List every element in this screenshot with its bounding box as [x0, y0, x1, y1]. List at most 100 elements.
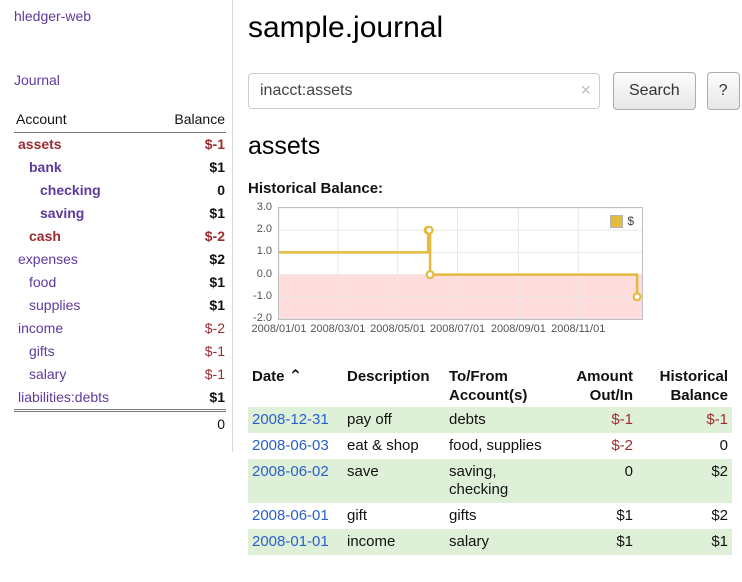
account-row: cash $-2 — [14, 225, 226, 248]
account-link-income[interactable]: income — [18, 320, 63, 336]
accounts-header-account: Account — [14, 108, 150, 133]
transaction-balance: $2 — [637, 503, 732, 529]
main-content: sample.journal × Search ? assets Histori… — [233, 0, 742, 582]
accounts-table: Account Balance assets $-1 bank $1 check… — [14, 108, 226, 436]
sort-ascending-icon: ⌃ — [289, 368, 302, 385]
x-tick-label: 2008/03/01 — [310, 323, 365, 335]
search-box: × — [248, 73, 600, 109]
transaction-accounts: debts — [445, 407, 555, 433]
account-row: bank $1 — [14, 156, 226, 179]
account-balance: $1 — [150, 294, 226, 317]
column-header-date: Date ⌃ — [248, 365, 343, 407]
date-sort-link[interactable]: Date ⌃ — [252, 368, 302, 385]
account-row: salary $-1 — [14, 363, 226, 386]
balance-chart: 3.02.01.00.0-1.0-2.0 $ — [248, 207, 740, 320]
y-tick-label: 3.0 — [257, 201, 272, 213]
transaction-balance: 0 — [637, 433, 732, 459]
x-tick-label: 2008/09/01 — [491, 323, 546, 335]
account-row: checking 0 — [14, 179, 226, 202]
transaction-amount: $1 — [555, 503, 637, 529]
register-header-row: Date ⌃ Description To/From Account(s) Am… — [248, 365, 732, 407]
transaction-row: 2008-06-02 save saving, checking 0 $2 — [248, 459, 732, 503]
column-header-amount: Amount Out/In — [555, 365, 637, 407]
accounts-header-row: Account Balance — [14, 108, 226, 133]
account-row: liabilities:debts $1 — [14, 386, 226, 411]
transaction-balance: $-1 — [637, 407, 732, 433]
y-tick-label: 2.0 — [257, 223, 272, 235]
accounts-header-balance: Balance — [150, 108, 226, 133]
transaction-amount: $1 — [555, 529, 637, 555]
account-balance: $-1 — [150, 133, 226, 157]
account-balance: $2 — [150, 248, 226, 271]
transaction-date-link[interactable]: 2008-06-02 — [252, 463, 329, 480]
transaction-accounts: salary — [445, 529, 555, 555]
brand-link[interactable]: hledger-web — [14, 8, 91, 24]
account-link-gifts[interactable]: gifts — [29, 343, 55, 359]
account-balance: $-1 — [150, 363, 226, 386]
account-link-assets[interactable]: assets — [18, 136, 62, 152]
transaction-date-link[interactable]: 2008-06-01 — [252, 507, 329, 524]
transaction-date-link[interactable]: 2008-01-01 — [252, 533, 329, 550]
account-link-food[interactable]: food — [29, 274, 56, 290]
account-row: expenses $2 — [14, 248, 226, 271]
account-link-salary[interactable]: salary — [29, 366, 66, 382]
chart-canvas — [279, 208, 642, 319]
account-balance: $1 — [150, 271, 226, 294]
transaction-description: gift — [343, 503, 445, 529]
transaction-row: 2008-06-01 gift gifts $1 $2 — [248, 503, 732, 529]
transaction-date-link[interactable]: 2008-12-31 — [252, 411, 329, 428]
account-balance: $-2 — [150, 317, 226, 340]
account-balance: 0 — [150, 179, 226, 202]
account-link-checking[interactable]: checking — [40, 182, 101, 198]
account-link-supplies[interactable]: supplies — [29, 297, 80, 313]
help-button[interactable]: ? — [707, 72, 740, 110]
account-row: food $1 — [14, 271, 226, 294]
clear-search-icon[interactable]: × — [580, 80, 591, 100]
legend-swatch-icon — [610, 215, 623, 228]
account-row: income $-2 — [14, 317, 226, 340]
transaction-description: save — [343, 459, 445, 503]
transaction-date-link[interactable]: 2008-06-03 — [252, 437, 329, 454]
account-link-cash[interactable]: cash — [29, 228, 61, 244]
account-row: assets $-1 — [14, 133, 226, 157]
transaction-row: 2008-01-01 income salary $1 $1 — [248, 529, 732, 555]
transaction-balance: $2 — [637, 459, 732, 503]
y-tick-label: 1.0 — [257, 245, 272, 257]
transaction-amount: 0 — [555, 459, 637, 503]
legend-label: $ — [627, 214, 634, 228]
chart-legend: $ — [607, 213, 637, 229]
account-link-bank[interactable]: bank — [29, 159, 62, 175]
search-input[interactable] — [248, 73, 600, 109]
page-title: sample.journal — [248, 10, 740, 46]
accounts-total-row: 0 — [14, 411, 226, 437]
search-button[interactable]: Search — [613, 72, 696, 110]
accounts-total: 0 — [150, 411, 226, 437]
x-tick-label: 2008/11/01 — [551, 323, 605, 335]
account-row: supplies $1 — [14, 294, 226, 317]
nav-journal-link[interactable]: Journal — [14, 72, 232, 88]
column-header-balance: Historical Balance — [637, 365, 732, 407]
account-row: gifts $-1 — [14, 340, 226, 363]
transaction-balance: $1 — [637, 529, 732, 555]
x-tick-label: 2008/07/01 — [430, 323, 485, 335]
transaction-amount: $-1 — [555, 407, 637, 433]
y-tick-label: -1.0 — [253, 290, 272, 302]
section-title: assets — [248, 132, 740, 161]
account-balance: $1 — [150, 202, 226, 225]
column-header-description: Description — [343, 365, 445, 407]
chart-y-axis: 3.02.01.00.0-1.0-2.0 — [248, 207, 278, 320]
search-bar: × Search ? — [248, 72, 740, 110]
chart-plot-area: $ — [278, 207, 643, 320]
account-link-expenses[interactable]: expenses — [18, 251, 78, 267]
transaction-description: income — [343, 529, 445, 555]
account-link-saving[interactable]: saving — [40, 205, 84, 221]
account-balance: $1 — [150, 156, 226, 179]
account-balance: $1 — [150, 386, 226, 411]
account-row: saving $1 — [14, 202, 226, 225]
account-link-liabilities-debts[interactable]: liabilities:debts — [18, 389, 109, 405]
x-tick-label: 2008/05/01 — [370, 323, 425, 335]
transaction-row: 2008-12-31 pay off debts $-1 $-1 — [248, 407, 732, 433]
transaction-amount: $-2 — [555, 433, 637, 459]
sidebar: hledger-web Journal Account Balance asse… — [0, 0, 233, 452]
account-balance: $-1 — [150, 340, 226, 363]
